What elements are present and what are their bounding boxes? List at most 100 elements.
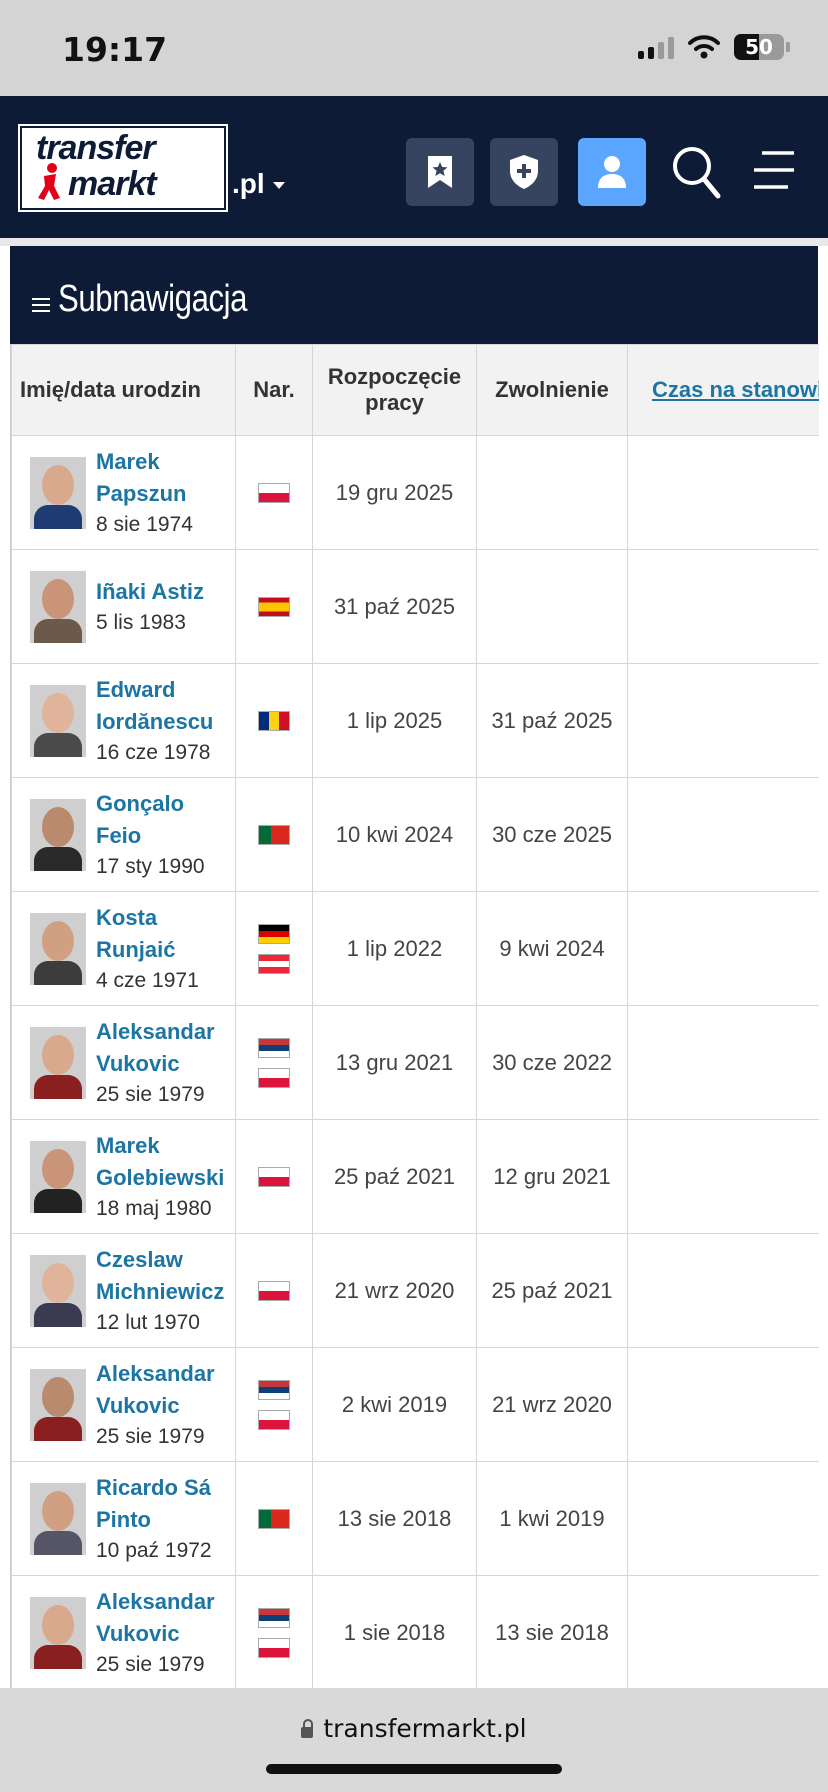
tenure-cell: 538 [627,1347,819,1462]
start-date-cell: 1 sie 2018 [312,1575,477,1688]
header-name: Imię/data urodzin [11,344,236,436]
tenure-cell: 399 [627,1233,819,1348]
start-date-cell: 1 lip 2022 [312,891,477,1006]
flag-pt-icon [258,824,290,845]
watchlist-button[interactable] [406,138,474,206]
avatar[interactable] [30,798,86,871]
avatar[interactable] [30,1140,86,1213]
coach-name-link[interactable]: Aleksandar Vukovic [96,1586,235,1650]
logo-player-icon [38,163,60,200]
coach-cell: Aleksandar Vukovic 25 sie 1979 [11,1005,236,1120]
domain-select[interactable]: .pl [232,168,285,200]
header-nationality: Nar. [235,344,313,436]
chevron-down-icon [272,182,285,190]
coach-cell: Czeslaw Michniewicz 12 lut 1970 [11,1233,236,1348]
coach-birthdate: 8 sie 1974 [96,512,193,536]
nationality-cell [235,1347,313,1462]
subnavigation-bar[interactable]: Subnawigacja [10,246,818,346]
coach-birthdate: 10 paź 1972 [96,1538,212,1562]
flag-pl-icon [258,1409,290,1430]
table-row: Aleksandar Vukovic 25 sie 1979 13 gru 20… [11,1005,819,1120]
coach-birthdate: 17 sty 1990 [96,854,205,878]
end-date-cell [476,549,628,664]
transfermarkt-logo[interactable]: transfer markt [18,124,228,212]
table-row: Edward Iordănescu 16 cze 1978 1 lip 2025… [11,663,819,778]
coach-name-link[interactable]: Aleksandar Vukovic [96,1016,235,1080]
tenure-cell: 122 [627,663,819,778]
logo-text-line1: transfer [36,129,156,167]
avatar[interactable] [30,1026,86,1099]
coach-birthdate: 4 cze 1971 [96,968,199,992]
cellular-signal-icon [638,35,674,59]
browser-bottom-bar: transfermarkt.pl [0,1688,828,1792]
avatar[interactable] [30,912,86,985]
table-row: Czeslaw Michniewicz 12 lut 1970 21 wrz 2… [11,1233,819,1348]
flag-pl-icon [258,1166,290,1187]
status-time: 19:17 [62,30,168,69]
avatar[interactable] [30,1254,86,1327]
header-end: Zwolnienie [476,344,628,436]
battery-label: 50 [745,35,773,59]
coach-name-link[interactable]: Kosta Runjaić [96,902,235,966]
table-row: Kosta Runjaić 4 cze 1971 1 lip 2022 9 kw… [11,891,819,1006]
nationality-cell [235,549,313,664]
start-date-cell: 31 paź 2025 [312,549,477,664]
coach-birthdate: 25 sie 1979 [96,1082,205,1106]
page-content: Subnawigacja Imię/data urodzin Nar. Rozp… [0,238,828,1688]
coach-cell: Ricardo Sá Pinto 10 paź 1972 [11,1461,236,1576]
table-row: Ricardo Sá Pinto 10 paź 1972 13 sie 2018… [11,1461,819,1576]
end-date-cell: 1 kwi 2019 [476,1461,628,1576]
flag-es-icon [258,596,290,617]
subnav-title: Subnawigacja [58,278,248,320]
coach-cell: Aleksandar Vukovic 25 sie 1979 [11,1575,236,1688]
coach-name-link[interactable]: Marek Golebiewski [96,1130,235,1194]
coach-name-link[interactable]: Edward Iordănescu [96,674,235,738]
club-button[interactable] [490,138,558,206]
tenure-sort-link[interactable]: Czas na stanowi [652,377,819,402]
flag-at-icon [258,953,290,974]
end-date-cell: 30 cze 2025 [476,777,628,892]
coach-name-link[interactable]: Czeslaw Michniewicz [96,1244,235,1308]
table-row: Marek Golebiewski 18 maj 1980 25 paź 202… [11,1119,819,1234]
coach-birthdate: 18 maj 1980 [96,1196,212,1220]
avatar[interactable] [30,1368,86,1441]
search-icon[interactable] [672,144,722,200]
address-bar[interactable]: transfermarkt.pl [0,1714,828,1743]
nationality-cell [235,891,313,1006]
coaches-table-container[interactable]: Imię/data urodzin Nar. Rozpoczęcie pracy… [10,344,819,1688]
end-date-cell: 31 paź 2025 [476,663,628,778]
flag-ro-icon [258,710,290,731]
coach-name-link[interactable]: Aleksandar Vukovic [96,1358,235,1422]
user-icon [598,156,626,188]
coach-name-link[interactable]: Gonçalo Feio [96,788,235,852]
end-date-cell: 25 paź 2021 [476,1233,628,1348]
end-date-cell: 12 gru 2021 [476,1119,628,1234]
logo-text-line2: markt [68,165,157,203]
avatar[interactable] [30,684,86,757]
header-start: Rozpoczęcie pracy [312,344,477,436]
nationality-cell [235,1005,313,1120]
avatar[interactable] [30,1596,86,1669]
coach-cell: Marek Papszun 8 sie 1974 [11,435,236,550]
avatar[interactable] [30,1482,86,1555]
account-button[interactable] [578,138,646,206]
battery-icon: 50 [734,34,784,60]
flag-rs-icon [258,1607,290,1628]
avatar[interactable] [30,456,86,529]
coaches-table: Imię/data urodzin Nar. Rozpoczęcie pracy… [11,344,819,1688]
scrolled-strip [0,238,828,246]
coach-name-link[interactable]: Ricardo Sá Pinto [96,1472,235,1536]
status-icons: 50 [638,34,790,60]
table-header-row: Imię/data urodzin Nar. Rozpoczęcie pracy… [11,344,819,436]
coach-name-link[interactable]: Iñaki Astiz [96,576,204,608]
menu-icon[interactable] [752,150,796,190]
coach-name-link[interactable]: Marek Papszun [96,446,235,510]
coach-cell: Kosta Runjaić 4 cze 1971 [11,891,236,1006]
tenure-cell: 2 [627,435,819,550]
url-text: transfermarkt.pl [323,1714,527,1743]
tenure-cell: 231 [627,1461,819,1576]
bookmark-star-icon [428,156,452,188]
header-tenure[interactable]: Czas na stanowi [627,344,819,436]
coach-cell: Iñaki Astiz 5 lis 1983 [11,549,236,664]
avatar[interactable] [30,570,86,643]
